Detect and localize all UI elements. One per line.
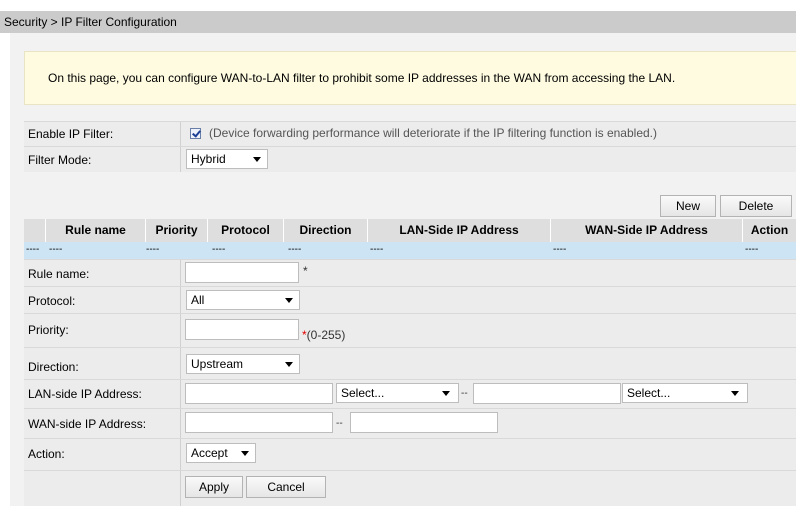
protocol-select[interactable]: All xyxy=(186,290,300,310)
column-header-rule-name: Rule name xyxy=(46,219,146,242)
enable-ip-filter-label: Enable IP Filter: xyxy=(28,127,114,141)
lan-ip-start-input[interactable] xyxy=(185,383,333,404)
form-buttons-row xyxy=(24,470,796,506)
direction-label: Direction: xyxy=(28,360,79,374)
priority-row: Priority: xyxy=(24,313,796,347)
apply-button[interactable]: Apply xyxy=(185,476,243,498)
breadcrumb: Security > IP Filter Configuration xyxy=(0,11,796,33)
chevron-down-icon xyxy=(731,391,739,396)
rule-name-input[interactable] xyxy=(185,262,299,283)
priority-range-hint: (0-255) xyxy=(306,328,346,342)
notice-text: On this page, you can configure WAN-to-L… xyxy=(48,71,676,85)
rule-name-row: Rule name: xyxy=(24,259,796,286)
filter-mode-select[interactable]: Hybrid xyxy=(186,149,268,169)
wan-ip-end-input[interactable] xyxy=(350,412,498,433)
filter-mode-row: Filter Mode: xyxy=(24,146,796,172)
column-header-priority: Priority xyxy=(146,219,208,242)
action-row: Action: xyxy=(24,438,796,470)
priority-hint: *(0-255) xyxy=(302,328,345,342)
rule-name-label: Rule name: xyxy=(28,267,90,281)
protocol-label: Protocol: xyxy=(28,294,76,308)
protocol-row: Protocol: xyxy=(24,286,796,313)
wan-ip-separator: -- xyxy=(336,418,343,429)
direction-select[interactable]: Upstream xyxy=(186,354,300,374)
table-row[interactable]: ---- ---- ---- ---- ---- ---- ---- ---- xyxy=(24,242,796,259)
wan-ip-start-input[interactable] xyxy=(185,412,333,433)
lan-ip-end-select[interactable]: Select... xyxy=(622,383,748,403)
delete-button[interactable]: Delete xyxy=(720,195,792,217)
select-column-header xyxy=(24,219,46,242)
filter-mode-label: Filter Mode: xyxy=(28,153,92,167)
rule-name-required-mark: * xyxy=(303,264,308,278)
action-label: Action: xyxy=(28,447,65,461)
column-header-wan-ip: WAN-Side IP Address xyxy=(551,219,743,242)
lan-ip-start-select[interactable]: Select... xyxy=(336,383,459,403)
priority-label: Priority: xyxy=(28,323,69,337)
chevron-down-icon xyxy=(241,451,249,456)
chevron-down-icon xyxy=(285,362,293,367)
rule-table-header: Rule name Priority Protocol Direction LA… xyxy=(24,219,796,242)
lan-ip-end-input[interactable] xyxy=(473,383,621,404)
enable-ip-filter-note: (Device forwarding performance will dete… xyxy=(209,126,657,140)
info-notice: On this page, you can configure WAN-to-L… xyxy=(24,51,796,105)
priority-input[interactable] xyxy=(185,319,299,340)
action-select[interactable]: Accept xyxy=(186,443,256,463)
direction-row: Direction: xyxy=(24,347,796,379)
chevron-down-icon xyxy=(442,391,450,396)
new-button[interactable]: New xyxy=(660,195,716,217)
chevron-down-icon xyxy=(253,157,261,162)
cancel-button[interactable]: Cancel xyxy=(246,476,326,498)
column-header-lan-ip: LAN-Side IP Address xyxy=(368,219,551,242)
enable-ip-filter-checkbox[interactable] xyxy=(190,128,201,139)
column-header-action: Action xyxy=(750,223,789,237)
column-header-direction: Direction xyxy=(284,219,368,242)
lan-ip-label: LAN-side IP Address: xyxy=(28,387,142,401)
chevron-down-icon xyxy=(285,298,293,303)
column-header-protocol: Protocol xyxy=(208,219,284,242)
wan-ip-label: WAN-side IP Address: xyxy=(28,417,147,431)
lan-ip-separator: -- xyxy=(461,388,468,399)
